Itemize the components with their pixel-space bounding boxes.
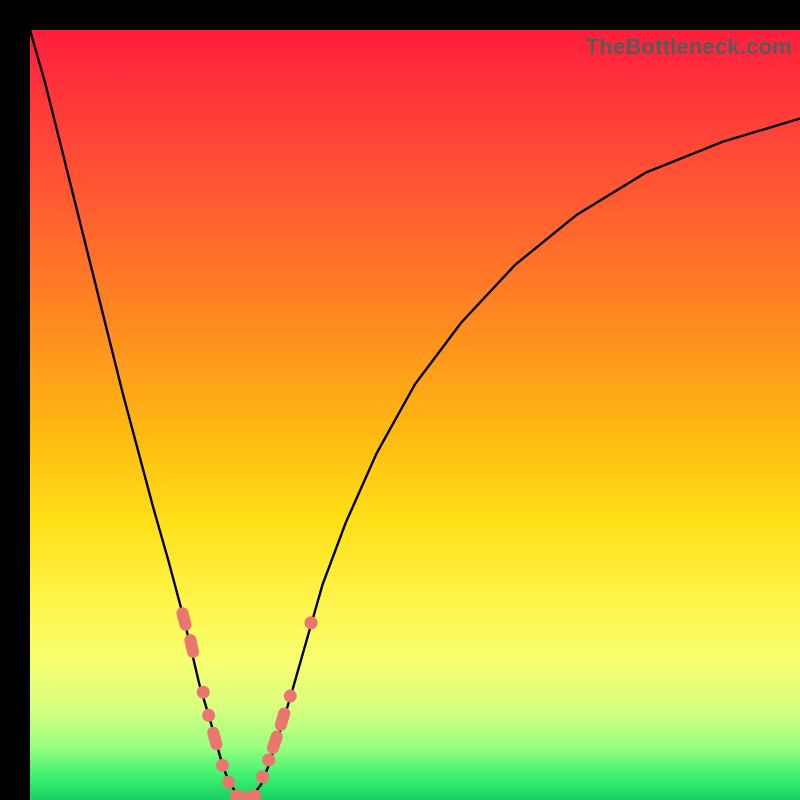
data-marker: [202, 709, 215, 722]
marker-group: [175, 606, 317, 800]
data-marker: [222, 776, 235, 789]
data-marker-pill: [175, 606, 193, 632]
curve-left: [30, 30, 238, 795]
data-marker-pill: [273, 706, 291, 732]
data-marker-pill: [183, 633, 200, 659]
curve-group: [30, 30, 800, 798]
curve-right: [253, 119, 800, 795]
chart-frame: TheBottleneck.com: [0, 0, 800, 800]
data-marker-pill: [265, 729, 284, 756]
data-marker: [248, 790, 261, 800]
data-marker: [305, 616, 318, 629]
data-marker-pill: [206, 725, 224, 751]
data-marker: [216, 759, 229, 772]
chart-svg: [30, 30, 800, 800]
data-marker: [262, 753, 275, 766]
plot-area: TheBottleneck.com: [30, 30, 800, 800]
data-marker: [197, 686, 210, 699]
data-marker: [284, 690, 297, 703]
data-marker: [256, 770, 269, 783]
